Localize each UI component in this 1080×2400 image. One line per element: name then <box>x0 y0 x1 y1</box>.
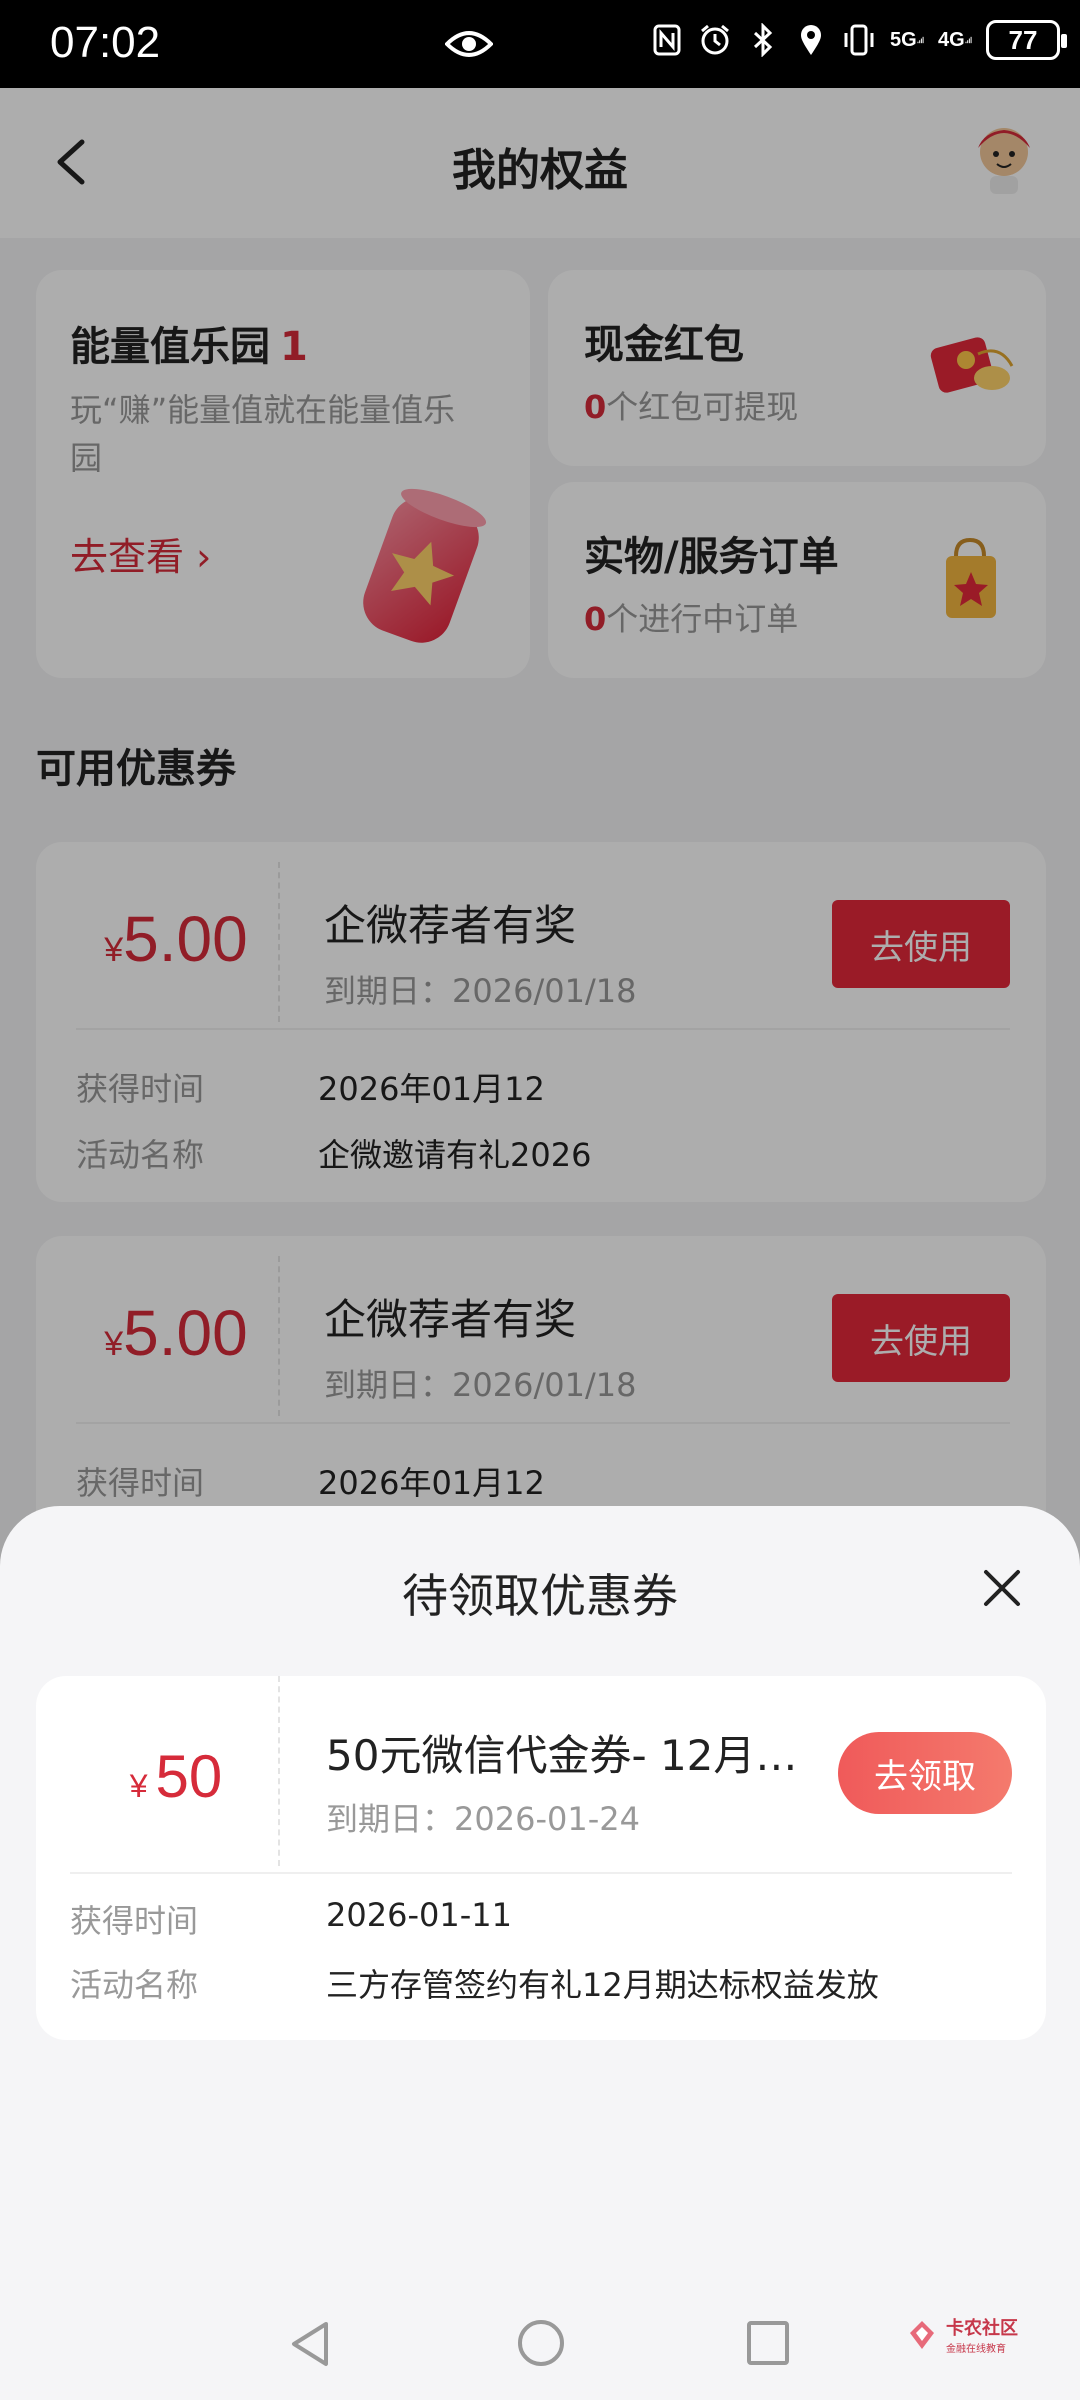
pending-coupon-card: ¥50 50元微信代金券- 12月期达标权益发放 到期日：2026-01-24 … <box>36 1676 1046 2040</box>
activity-value: 三方存管签约有礼12月期达标权益发放 <box>326 1966 879 2004</box>
nav-back-icon[interactable] <box>286 2318 334 2370</box>
status-icons: 5G 4G 77 <box>650 20 1067 60</box>
divider <box>70 1872 1012 1874</box>
system-nav-bar: 卡农社区 金融在线教育 <box>0 2288 1080 2400</box>
sheet-title: 待领取优惠券 <box>402 1569 678 1623</box>
bluetooth-icon <box>746 20 780 60</box>
alarm-icon <box>698 20 732 60</box>
watermark-text: 卡农社区 金融在线教育 <box>946 2314 1018 2355</box>
watermark-title: 卡农社区 <box>946 2318 1018 2339</box>
activity-label: 活动名称 <box>70 1966 199 2004</box>
eye-icon <box>445 31 493 57</box>
nav-home-icon[interactable] <box>516 2318 566 2368</box>
obtained-label: 获得时间 <box>70 1902 199 1940</box>
watermark: 卡农社区 金融在线教育 <box>904 2314 1018 2355</box>
claim-coupon-button[interactable]: 去领取 <box>838 1732 1012 1814</box>
coupon-expiry: 到期日：2026-01-24 <box>326 1800 640 1838</box>
obtained-value: 2026-01-11 <box>326 1896 512 1934</box>
amount-value: 50 <box>155 1743 223 1810</box>
location-icon <box>794 20 828 60</box>
nav-recents-icon[interactable] <box>746 2320 790 2366</box>
coupon-name: 50元微信代金券- 12月期达标权益发放 <box>326 1731 826 1780</box>
close-icon[interactable] <box>980 1566 1024 1610</box>
signal-4g-icon: 4G <box>938 20 972 60</box>
signal-5g-icon: 5G <box>890 20 924 60</box>
nfc-icon <box>650 20 684 60</box>
pending-coupons-sheet: 待领取优惠券 ¥50 50元微信代金券- 12月期达标权益发放 到期日：2026… <box>0 1506 1080 2288</box>
currency-symbol: ¥ <box>129 1768 148 1804</box>
watermark-subtitle: 金融在线教育 <box>946 2344 1006 2355</box>
battery-indicator: 77 <box>986 20 1067 60</box>
vibrate-icon <box>842 20 876 60</box>
network2-label: 4G <box>938 28 965 51</box>
status-time: 07:02 <box>50 18 161 67</box>
network-label: 5G <box>890 28 917 51</box>
status-bar: 07:02 5G 4G 77 <box>0 0 1080 88</box>
coupon-amount: ¥50 <box>76 1742 276 1811</box>
dashed-divider <box>278 1676 280 1866</box>
watermark-logo-icon <box>910 2320 934 2349</box>
